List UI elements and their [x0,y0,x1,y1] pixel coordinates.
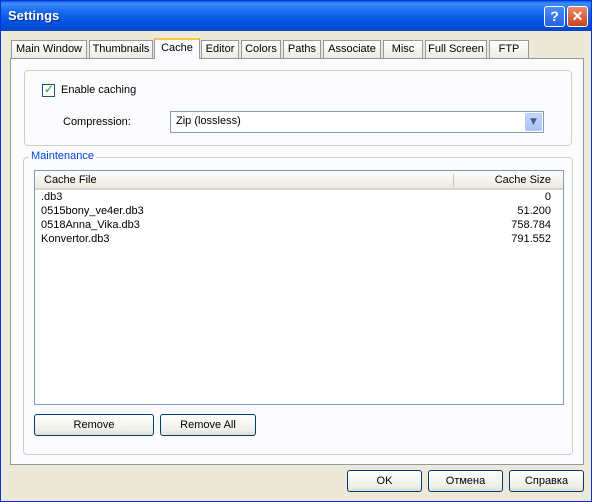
column-divider[interactable] [453,174,454,187]
maintenance-group: Maintenance Cache File Cache Size .db3 0… [23,150,573,455]
tab-full-screen[interactable]: Full Screen [425,40,487,58]
help-icon[interactable]: ? [544,6,565,27]
settings-window: Settings ? ✕ Main Window Thumbnails Cach… [0,0,592,502]
tab-editor[interactable]: Editor [201,40,239,58]
cache-file-size: 0 [544,191,551,203]
cache-file-size: 791.552 [511,233,551,245]
chevron-down-icon[interactable]: ▼ [525,113,542,131]
tab-colors[interactable]: Colors [241,40,281,58]
maintenance-legend: Maintenance [29,150,96,162]
cache-file-name: .db3 [41,191,63,203]
cache-file-name: 0515bony_ve4er.db3 [41,205,144,217]
cache-file-size: 51.200 [517,205,551,217]
cache-file-name: Konvertor.db3 [41,233,110,245]
tab-paths[interactable]: Paths [283,40,321,58]
list-item[interactable]: 0515bony_ve4er.db3 51.200 [35,205,563,219]
cache-file-name: 0518Anna_Vika.db3 [41,219,140,231]
tab-associate[interactable]: Associate [323,40,381,58]
list-header: Cache File Cache Size [35,171,563,190]
list-item[interactable]: .db3 0 [35,191,563,205]
title-bar[interactable]: Settings ? ✕ [1,1,591,31]
tab-misc[interactable]: Misc [383,40,423,58]
list-rows: .db3 0 0515bony_ve4er.db3 51.200 0518Ann… [35,191,563,247]
tab-main-window[interactable]: Main Window [11,40,87,58]
cancel-button[interactable]: Отмена [428,470,503,492]
tab-cache[interactable]: Cache [154,38,200,59]
tab-thumbnails[interactable]: Thumbnails [89,40,153,58]
ok-button[interactable]: OK [347,470,422,492]
cache-options-group: ✓ Enable caching Compression: Zip (lossl… [24,70,572,146]
help-button[interactable]: Справка [509,470,584,492]
remove-button[interactable]: Remove [34,414,154,436]
tab-ftp[interactable]: FTP [489,40,529,58]
cache-file-list[interactable]: Cache File Cache Size .db3 0 0515bony_ve… [34,170,564,405]
checkmark-icon: ✓ [44,82,55,96]
column-header-cache-size[interactable]: Cache Size [495,174,551,186]
compression-label: Compression: [63,116,131,128]
enable-caching-checkbox[interactable]: ✓ [42,82,55,97]
compression-select[interactable]: Zip (lossless) ▼ [170,111,544,133]
cache-tab-panel: ✓ Enable caching Compression: Zip (lossl… [10,58,584,465]
remove-all-button[interactable]: Remove All [160,414,256,436]
list-item[interactable]: 0518Anna_Vika.db3 758.784 [35,219,563,233]
column-header-cache-file[interactable]: Cache File [44,174,97,186]
list-item[interactable]: Konvertor.db3 791.552 [35,233,563,247]
cache-file-size: 758.784 [511,219,551,231]
window-title: Settings [8,8,60,23]
enable-caching-label[interactable]: Enable caching [61,84,136,96]
close-icon[interactable]: ✕ [567,6,588,27]
compression-value: Zip (lossless) [176,115,241,127]
